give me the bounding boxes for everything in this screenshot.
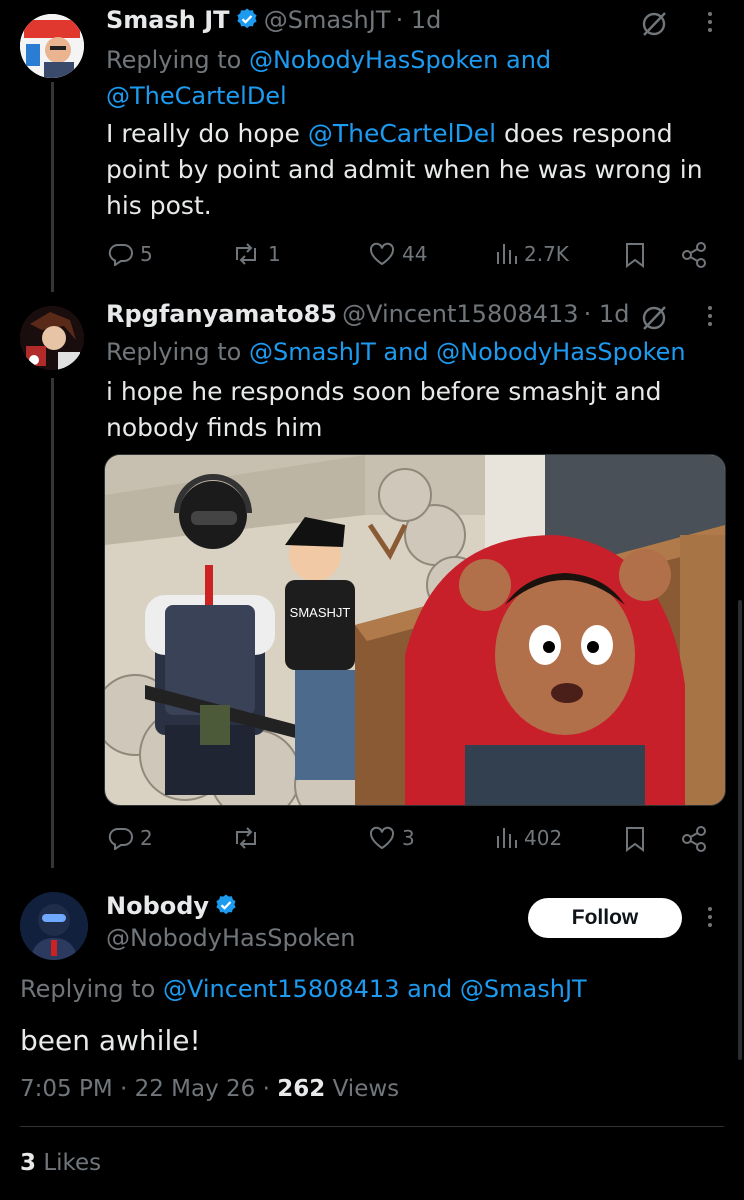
tweet-time[interactable]: · 1d	[584, 300, 630, 328]
author-name[interactable]: Nobody	[106, 892, 209, 920]
likes-count: 3	[20, 1150, 37, 1176]
grok-icon[interactable]	[640, 10, 668, 38]
more-options-icon[interactable]	[707, 306, 713, 326]
tweet-text: i hope he responds soon before smashjt a…	[106, 377, 662, 442]
tweet-text: been awhile!	[20, 1024, 201, 1057]
tweet-time[interactable]: · 1d	[396, 6, 442, 34]
tweet-meta: 7:05 PM · 22 May 26 · 262 Views	[20, 1076, 399, 1102]
bookmark-icon[interactable]	[624, 242, 646, 268]
replying-to: Replying to @Vincent15808413 and @SmashJ…	[20, 975, 587, 1003]
views-button[interactable]: 2.7K	[494, 242, 569, 266]
scrollbar[interactable]	[738, 600, 742, 1060]
reply-button[interactable]: 5	[108, 242, 153, 266]
reply-icon	[108, 243, 133, 266]
bookmark-icon[interactable]	[624, 826, 646, 852]
views-button[interactable]: 402	[494, 826, 562, 850]
more-options-icon[interactable]	[707, 12, 713, 32]
mention-nobodyhasspoken[interactable]: @NobodyHasSpoken	[249, 46, 498, 74]
retweet-button[interactable]: 1	[230, 242, 281, 266]
verified-badge-icon	[237, 8, 257, 29]
retweet-icon	[236, 827, 256, 849]
views-icon	[497, 828, 517, 848]
verified-badge-icon	[216, 894, 236, 915]
reply-button[interactable]: 2	[108, 826, 153, 850]
avatar-nobody[interactable]	[20, 892, 88, 960]
grok-icon[interactable]	[640, 304, 668, 332]
avatar-rpgfanyamato85[interactable]	[20, 306, 84, 370]
retweet-icon	[236, 243, 256, 265]
heart-icon	[369, 826, 395, 850]
thread-line-1	[51, 82, 54, 292]
shirt-text: SMASHJT	[290, 605, 351, 620]
tweet-image[interactable]: SMASHJT	[104, 454, 726, 806]
views-label: Views	[325, 1076, 400, 1102]
reply-icon	[108, 827, 133, 850]
heart-icon	[369, 242, 395, 266]
mention-nobodyhasspoken[interactable]: @NobodyHasSpoken	[436, 338, 685, 366]
mention-smashjt[interactable]: @SmashJT	[249, 338, 376, 366]
mention-thecarteldel[interactable]: @TheCartelDel	[106, 82, 287, 110]
retweet-button[interactable]	[230, 826, 268, 850]
author-handle[interactable]: @Vincent15808413	[342, 300, 579, 328]
share-icon[interactable]	[680, 826, 708, 852]
thread-line-2	[51, 378, 54, 868]
replying-to: Replying to @NobodyHasSpoken and @TheCar…	[106, 46, 552, 110]
views-icon	[497, 244, 517, 264]
timestamp[interactable]: 7:05 PM · 22 May 26 ·	[20, 1076, 277, 1102]
author-name[interactable]: Rpgfanyamato85	[106, 300, 337, 328]
tweet-text: I really do hope @TheCartelDel does resp…	[106, 119, 703, 220]
avatar-smashjt[interactable]	[20, 14, 84, 78]
likes-summary[interactable]: 3 Likes	[20, 1150, 101, 1176]
author-handle[interactable]: @NobodyHasSpoken	[106, 924, 355, 952]
like-button[interactable]: 44	[368, 242, 427, 266]
share-icon[interactable]	[680, 242, 708, 268]
author-handle[interactable]: @SmashJT	[264, 6, 391, 34]
mention-vincent15808413[interactable]: @Vincent15808413	[163, 975, 400, 1003]
follow-button[interactable]: Follow	[528, 898, 682, 938]
mention-smashjt[interactable]: @SmashJT	[460, 975, 587, 1003]
views-count: 262	[277, 1076, 326, 1102]
divider	[20, 1126, 724, 1127]
mention-link[interactable]: @TheCartelDel	[308, 119, 496, 148]
replying-to: Replying to @SmashJT and @NobodyHasSpoke…	[106, 338, 686, 366]
more-options-icon[interactable]	[707, 907, 713, 927]
like-button[interactable]: 3	[368, 826, 415, 850]
author-name[interactable]: Smash JT	[106, 6, 230, 34]
likes-label: Likes	[36, 1150, 102, 1176]
